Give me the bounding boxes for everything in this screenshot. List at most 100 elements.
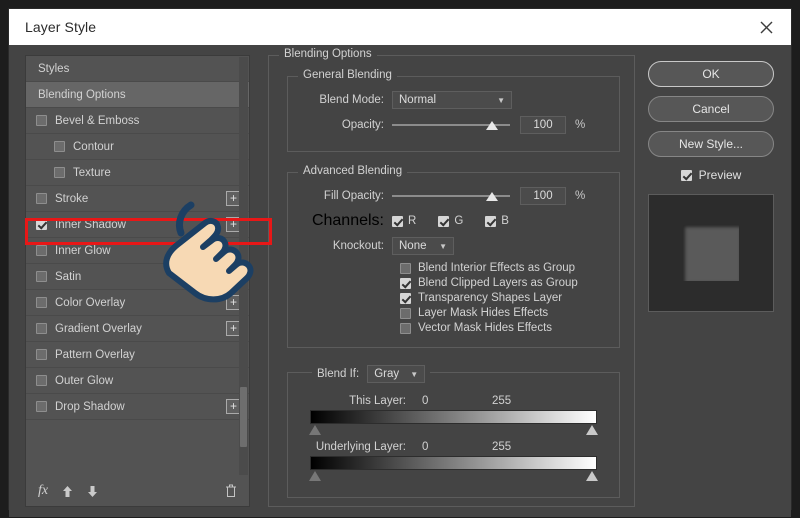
arrow-down-icon[interactable]: [87, 485, 98, 498]
cancel-button[interactable]: Cancel: [648, 96, 774, 122]
effect-checkbox[interactable]: [36, 349, 47, 360]
advanced-toggle-label: Blend Interior Effects as Group: [418, 262, 576, 274]
effect-checkbox[interactable]: [36, 115, 47, 126]
sidebar-item-contour[interactable]: Contour: [26, 134, 249, 160]
sidebar-item-styles[interactable]: Styles: [26, 56, 249, 82]
scrollbar-thumb[interactable]: [240, 387, 247, 447]
fill-opacity-row: Fill Opacity: 100 %: [296, 187, 611, 205]
ok-button[interactable]: OK: [648, 61, 774, 87]
trash-icon[interactable]: [225, 484, 237, 498]
knockout-value: None: [399, 240, 427, 252]
effect-checkbox[interactable]: [36, 193, 47, 204]
channel-toggle-r[interactable]: R: [392, 215, 416, 227]
advanced-toggle-checkbox[interactable]: [400, 292, 411, 304]
ramp-max-value[interactable]: 255: [492, 441, 511, 453]
channel-toggle-b[interactable]: B: [485, 215, 509, 227]
advanced-toggle-blend-clipped-layers-as-group[interactable]: Blend Clipped Layers as Group: [400, 277, 611, 289]
opacity-slider-knob[interactable]: [486, 121, 498, 130]
sidebar-item-color-overlay[interactable]: Color Overlay +: [26, 290, 249, 316]
effect-checkbox[interactable]: [36, 245, 47, 256]
sidebar-item-label: Gradient Overlay: [55, 322, 142, 335]
advanced-toggle-label: Blend Clipped Layers as Group: [418, 277, 578, 289]
advanced-toggle-blend-interior-effects-as-group[interactable]: Blend Interior Effects as Group: [400, 262, 611, 274]
sidebar-item-bevel-emboss[interactable]: Bevel & Emboss: [26, 108, 249, 134]
sidebar-item-label: Color Overlay: [55, 296, 126, 309]
chevron-down-icon: ▼: [410, 369, 419, 379]
sidebar-item-blending-options[interactable]: Blending Options: [26, 82, 249, 108]
advanced-toggle-layer-mask-hides-effects[interactable]: Layer Mask Hides Effects: [400, 307, 611, 319]
fx-icon[interactable]: fx: [38, 484, 48, 498]
preview-thumbnail: [648, 194, 774, 312]
new-style-button[interactable]: New Style...: [648, 131, 774, 157]
ramp-knob-white[interactable]: [586, 425, 598, 435]
sidebar-item-label: Outer Glow: [55, 374, 114, 387]
sidebar-item-outer-glow[interactable]: Outer Glow: [26, 368, 249, 394]
ramp-max-value[interactable]: 255: [492, 395, 511, 407]
advanced-toggle-checkbox[interactable]: [400, 322, 411, 334]
styles-panel: Styles Blending Options Bevel & Emboss Cont…: [25, 55, 250, 507]
effect-checkbox[interactable]: [36, 323, 47, 334]
styles-list[interactable]: Styles Blending Options Bevel & Emboss Cont…: [26, 56, 249, 476]
fill-opacity-input[interactable]: 100: [520, 187, 566, 205]
sidebar-item-label: Styles: [38, 62, 70, 75]
effect-checkbox[interactable]: [36, 297, 47, 308]
opacity-slider[interactable]: [392, 117, 510, 133]
sidebar-item-pattern-overlay[interactable]: Pattern Overlay: [26, 342, 249, 368]
gradient-ramp[interactable]: [310, 456, 597, 470]
ramp-knob-black[interactable]: [309, 471, 321, 481]
effect-checkbox[interactable]: [54, 141, 65, 152]
blend-if-legend-wrap: Blend If: Gray ▼: [312, 365, 431, 383]
chevron-down-icon: ▼: [439, 241, 447, 251]
opacity-input[interactable]: 100: [520, 116, 566, 134]
fill-opacity-label: Fill Opacity:: [323, 190, 384, 202]
channel-checkbox[interactable]: [392, 215, 403, 227]
channel-checkbox[interactable]: [438, 215, 450, 227]
fill-opacity-slider[interactable]: [392, 188, 510, 204]
preview-checkbox[interactable]: [680, 169, 692, 181]
sidebar-item-stroke[interactable]: Stroke +: [26, 186, 249, 212]
advanced-toggle-vector-mask-hides-effects[interactable]: Vector Mask Hides Effects: [400, 322, 611, 334]
advanced-toggle-transparency-shapes-layer[interactable]: Transparency Shapes Layer: [400, 292, 611, 304]
styles-list-scrollbar[interactable]: [239, 57, 248, 475]
effect-checkbox[interactable]: [36, 401, 47, 412]
effect-checkbox[interactable]: [36, 271, 47, 282]
sidebar-item-label: Inner Glow: [55, 244, 111, 257]
sidebar-item-label: Drop Shadow: [55, 400, 125, 413]
general-blending-group: General Blending Blend Mode: Normal ▼ Op…: [287, 69, 620, 152]
trash-glyph: [226, 484, 236, 497]
ramp-knob-white[interactable]: [586, 471, 598, 481]
ramp-min-value[interactable]: 0: [422, 395, 492, 407]
blend-mode-value: Normal: [399, 94, 437, 106]
dialog-title: Layer Style: [25, 19, 97, 35]
advanced-toggle-checkbox[interactable]: [400, 277, 411, 289]
advanced-toggle-checkbox[interactable]: [400, 307, 411, 319]
sidebar-item-label: Blending Options: [38, 88, 126, 101]
sidebar-item-drop-shadow[interactable]: Drop Shadow +: [26, 394, 249, 420]
sidebar-item-gradient-overlay[interactable]: Gradient Overlay +: [26, 316, 249, 342]
ramp-header: This Layer: 0 255: [310, 395, 597, 407]
blend-mode-select[interactable]: Normal ▼: [392, 91, 512, 109]
fill-opacity-slider-knob[interactable]: [486, 192, 498, 201]
effect-checkbox[interactable]: [36, 219, 47, 230]
effect-checkbox[interactable]: [36, 375, 47, 386]
actions-panel: OK Cancel New Style... Preview: [645, 55, 777, 507]
knockout-label: Knockout:: [332, 240, 384, 252]
layer-style-dialog: Layer Style Styles Blending Options Bevel …: [8, 8, 792, 517]
advanced-toggle-checkbox[interactable]: [400, 262, 411, 274]
arrow-up-icon[interactable]: [62, 485, 73, 498]
sidebar-item-satin[interactable]: Satin: [26, 264, 249, 290]
preview-toggle[interactable]: Preview: [680, 168, 741, 182]
sidebar-item-texture[interactable]: Texture: [26, 160, 249, 186]
channel-toggle-g[interactable]: G: [438, 215, 463, 227]
ramp-knob-black[interactable]: [309, 425, 321, 435]
knockout-select[interactable]: None ▼: [392, 237, 454, 255]
effect-checkbox[interactable]: [54, 167, 65, 178]
close-icon[interactable]: [753, 14, 779, 40]
blend-if-channel-select[interactable]: Gray ▼: [367, 365, 426, 383]
blend-if-ramps: This Layer: 0 255 Underlying Layer: 0 255: [296, 395, 611, 483]
ramp-min-value[interactable]: 0: [422, 441, 492, 453]
gradient-ramp[interactable]: [310, 410, 597, 424]
sidebar-item-inner-shadow[interactable]: Inner Shadow +: [26, 212, 249, 238]
sidebar-item-inner-glow[interactable]: Inner Glow: [26, 238, 249, 264]
channel-checkbox[interactable]: [485, 215, 497, 227]
